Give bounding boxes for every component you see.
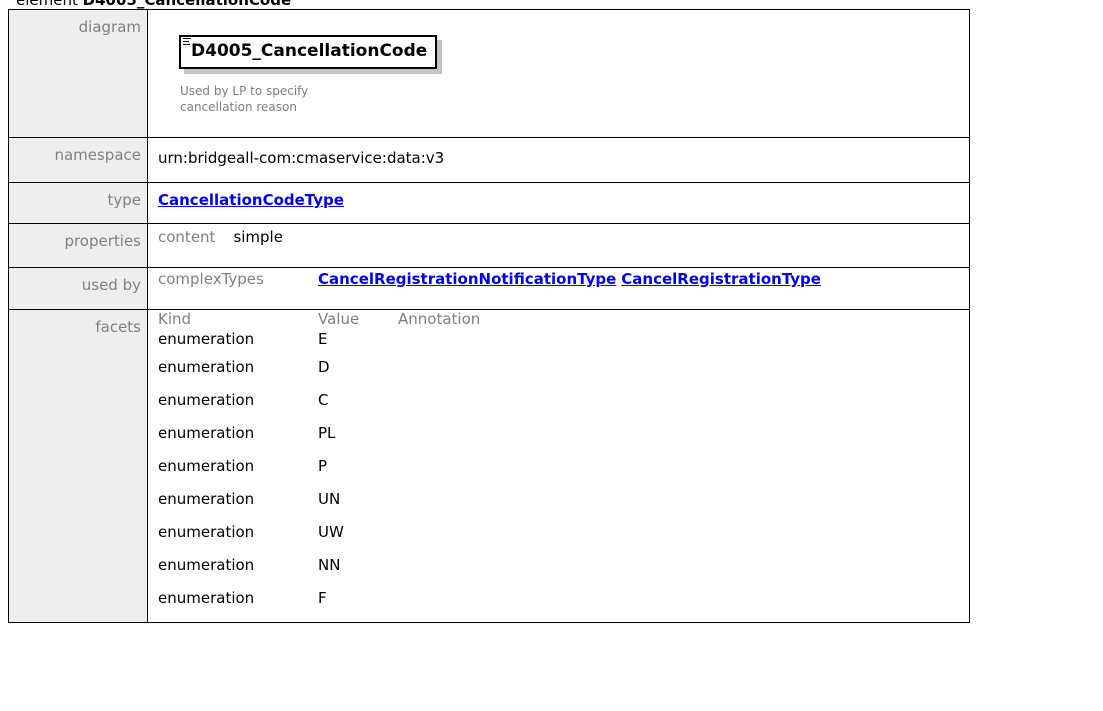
facets-header-value: Value bbox=[318, 310, 360, 328]
facet-kind: enumeration bbox=[158, 358, 255, 376]
diagram-element-box: D4005_CancellationCode bbox=[179, 35, 438, 69]
used-by-label: used by bbox=[8, 267, 148, 310]
facet-value: F bbox=[318, 589, 327, 607]
used-by-grid: complexTypes CancelRegistrationNotificat… bbox=[158, 268, 969, 288]
properties-key: content bbox=[158, 228, 216, 246]
properties-row: properties content simple bbox=[8, 223, 970, 268]
used-by-link[interactable]: CancelRegistrationNotificationType bbox=[318, 270, 616, 288]
diagram-label: diagram bbox=[8, 9, 148, 138]
properties-label: properties bbox=[8, 223, 148, 268]
facet-row: enumeration UW bbox=[148, 523, 480, 556]
diagram-element-name: D4005_CancellationCode bbox=[191, 41, 428, 61]
diagram-row: diagram D4005_CancellationCode Used by L… bbox=[8, 9, 970, 138]
facet-kind: enumeration bbox=[158, 523, 255, 541]
used-by-link[interactable]: CancelRegistrationType bbox=[621, 270, 821, 288]
namespace-row: namespace urn:bridgeall-com:cmaservice:d… bbox=[8, 137, 970, 183]
facet-row: enumeration P bbox=[148, 457, 480, 490]
used-by-key: complexTypes bbox=[158, 270, 264, 288]
namespace-value: urn:bridgeall-com:cmaservice:data:v3 bbox=[158, 149, 445, 167]
facet-value: UW bbox=[318, 523, 344, 541]
heading-prefix: element bbox=[16, 0, 83, 9]
type-link[interactable]: CancellationCodeType bbox=[158, 183, 344, 209]
properties-value: simple bbox=[233, 228, 283, 246]
facet-kind: enumeration bbox=[158, 424, 255, 442]
facet-value: D bbox=[318, 358, 330, 376]
facet-row: enumeration E bbox=[148, 330, 480, 358]
documentation-lines-icon bbox=[183, 38, 191, 47]
facet-kind: enumeration bbox=[158, 589, 255, 607]
facet-value: C bbox=[318, 391, 329, 409]
properties-grid: content simple bbox=[158, 224, 969, 246]
type-row: type CancellationCodeType bbox=[8, 182, 970, 224]
diagram-annotation: Used by LP to specify cancellation reaso… bbox=[180, 84, 309, 114]
facets-label: facets bbox=[8, 309, 148, 623]
page-heading: element D4005_CancellationCode bbox=[16, 0, 291, 9]
facets-header-kind: Kind bbox=[158, 310, 192, 328]
facet-value: P bbox=[318, 457, 328, 475]
facets-table: Kind Value Annotation enumeration E enume… bbox=[148, 310, 480, 622]
facet-row: enumeration NN bbox=[148, 556, 480, 589]
namespace-label: namespace bbox=[8, 137, 148, 183]
used-by-row: used by complexTypes CancelRegistrationN… bbox=[8, 267, 970, 310]
facet-value: PL bbox=[318, 424, 336, 442]
type-label: type bbox=[8, 182, 148, 224]
diagram-cell: D4005_CancellationCode Used by LP to spe… bbox=[147, 9, 970, 138]
facet-value: NN bbox=[318, 556, 341, 574]
facet-kind: enumeration bbox=[158, 490, 255, 508]
facet-row: enumeration F bbox=[148, 589, 480, 622]
facet-row: enumeration UN bbox=[148, 490, 480, 523]
facet-kind: enumeration bbox=[158, 330, 255, 348]
facets-header-annotation: Annotation bbox=[398, 310, 481, 328]
facet-value: UN bbox=[318, 490, 341, 508]
facet-kind: enumeration bbox=[158, 391, 255, 409]
facet-kind: enumeration bbox=[158, 556, 255, 574]
element-doc-table: diagram D4005_CancellationCode Used by L… bbox=[8, 9, 970, 623]
facet-kind: enumeration bbox=[158, 457, 255, 475]
facet-row: enumeration PL bbox=[148, 424, 480, 457]
facet-value: E bbox=[318, 330, 328, 348]
heading-element-name: D4005_CancellationCode bbox=[82, 0, 292, 9]
facets-row: facets Kind Value Annotation enumeration… bbox=[8, 309, 970, 623]
facet-row: enumeration D bbox=[148, 358, 480, 391]
facet-row: enumeration C bbox=[148, 391, 480, 424]
